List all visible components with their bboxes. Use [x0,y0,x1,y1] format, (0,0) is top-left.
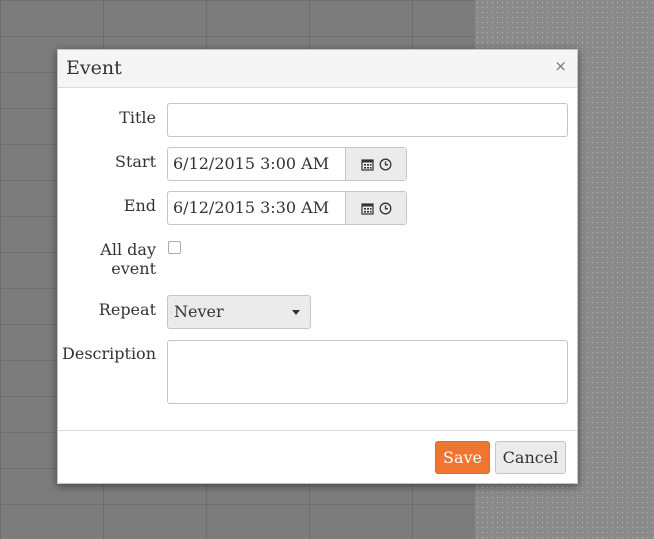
start-label: Start [114,152,156,171]
save-button[interactable]: Save [435,441,490,474]
dialog-titlebar[interactable]: Event × [58,50,577,88]
allday-checkbox[interactable] [168,241,181,254]
repeat-dropdown[interactable]: Never [167,295,311,329]
repeat-label: Repeat [98,300,156,319]
allday-label-line1: All day [100,240,156,259]
title-input[interactable] [167,103,568,137]
title-label: Title [119,108,156,127]
footer-divider [58,430,577,431]
close-icon[interactable]: × [554,57,567,75]
calendar-icon[interactable] [360,158,374,171]
clock-icon[interactable] [379,158,392,171]
dialog-title: Event [66,57,122,79]
repeat-selected-value: Never [174,302,224,321]
dropdown-arrow-icon [292,310,300,315]
end-picker-buttons [345,192,406,224]
allday-label-line2: event [111,259,156,278]
description-label: Description [62,344,156,363]
start-picker-buttons [345,148,406,180]
end-label: End [123,196,156,215]
end-datetime-input[interactable]: 6/12/2015 3:30 AM [168,192,345,224]
description-textarea[interactable] [167,340,568,404]
start-datetime-input[interactable]: 6/12/2015 3:00 AM [168,148,345,180]
clock-icon[interactable] [379,202,392,215]
end-datetime-picker: 6/12/2015 3:30 AM [167,191,407,225]
cancel-button[interactable]: Cancel [495,441,566,474]
start-datetime-picker: 6/12/2015 3:00 AM [167,147,407,181]
calendar-icon[interactable] [360,202,374,215]
event-dialog: Event × Title Start 6/12/2015 3:00 AM En… [57,49,578,484]
